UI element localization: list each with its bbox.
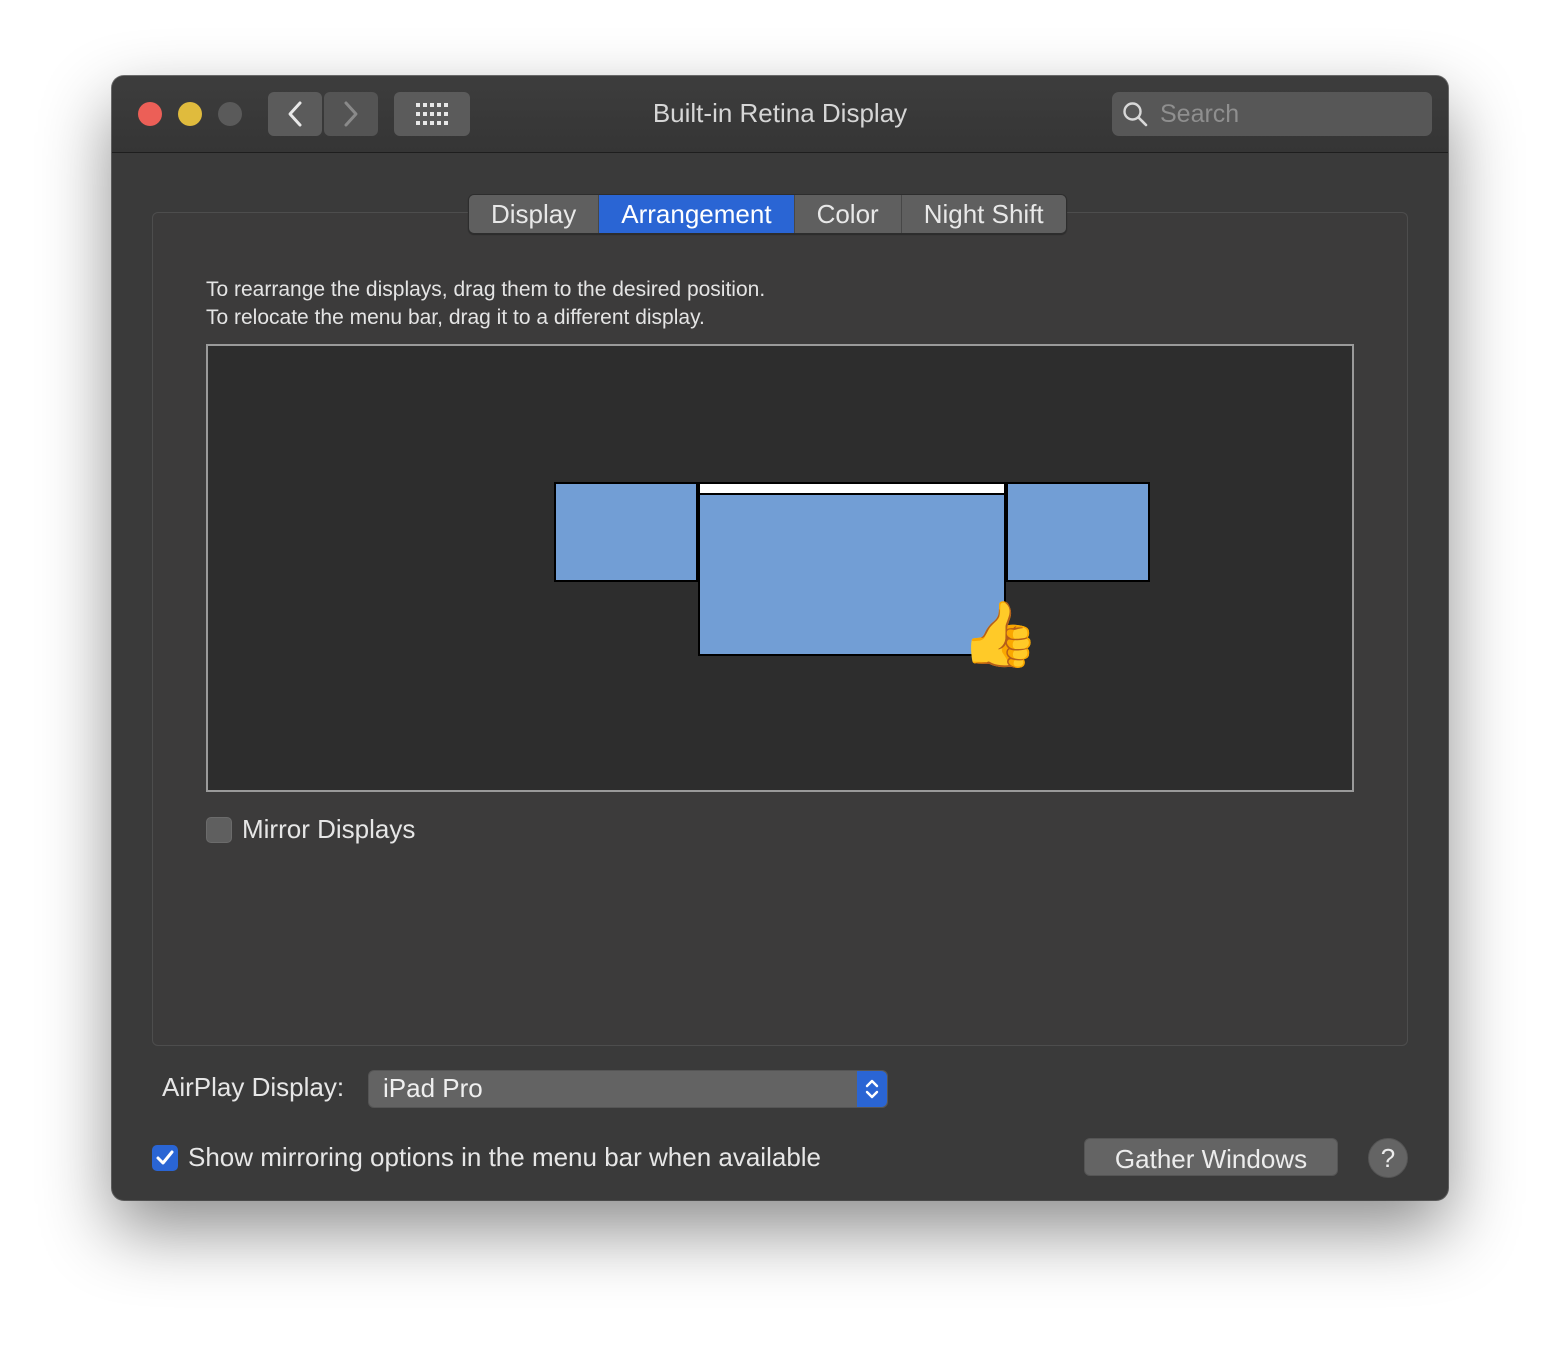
title-bar: Built-in Retina Display [112, 76, 1448, 153]
gather-windows-button[interactable]: Gather Windows [1084, 1138, 1338, 1176]
left-display[interactable] [554, 482, 698, 582]
show-mirroring-label: Show mirroring options in the menu bar w… [188, 1142, 822, 1172]
tab-bar: Display Arrangement Color Night Shift [468, 194, 1067, 234]
thumbs-up-icon: 👍 [960, 598, 1040, 670]
instruction-line-1: To rearrange the displays, drag them to … [206, 278, 766, 301]
airplay-display-label: AirPlay Display: [162, 1072, 345, 1102]
tab-color[interactable]: Color [794, 195, 902, 233]
airplay-display-select[interactable]: iPad Pro [368, 1070, 888, 1108]
system-preferences-window: Built-in Retina Display Display Arrangem… [112, 76, 1448, 1200]
search-field[interactable] [1112, 92, 1432, 136]
airplay-selected-value: iPad Pro [383, 1073, 483, 1103]
checkmark-icon [156, 1150, 174, 1164]
select-stepper-icon [857, 1071, 887, 1107]
show-mirroring-row[interactable]: Show mirroring options in the menu bar w… [152, 1142, 821, 1173]
tab-display[interactable]: Display [469, 195, 600, 233]
arrangement-instructions: To rearrange the displays, drag them to … [206, 276, 765, 332]
mirror-displays-row[interactable]: Mirror Displays [206, 814, 415, 845]
show-mirroring-checkbox[interactable] [152, 1144, 178, 1171]
help-button[interactable]: ? [1368, 1138, 1408, 1178]
menu-bar-indicator[interactable] [700, 484, 1004, 495]
right-display[interactable] [1006, 482, 1150, 582]
search-input[interactable] [1158, 98, 1412, 130]
tab-arrangement[interactable]: Arrangement [599, 195, 795, 233]
search-icon [1122, 101, 1148, 127]
display-arrangement-area[interactable]: 👍 [206, 344, 1354, 792]
mirror-displays-checkbox[interactable] [206, 816, 232, 843]
mirror-displays-label: Mirror Displays [242, 814, 416, 844]
tab-night-shift[interactable]: Night Shift [901, 195, 1066, 233]
instruction-line-2: To relocate the menu bar, drag it to a d… [206, 306, 705, 329]
